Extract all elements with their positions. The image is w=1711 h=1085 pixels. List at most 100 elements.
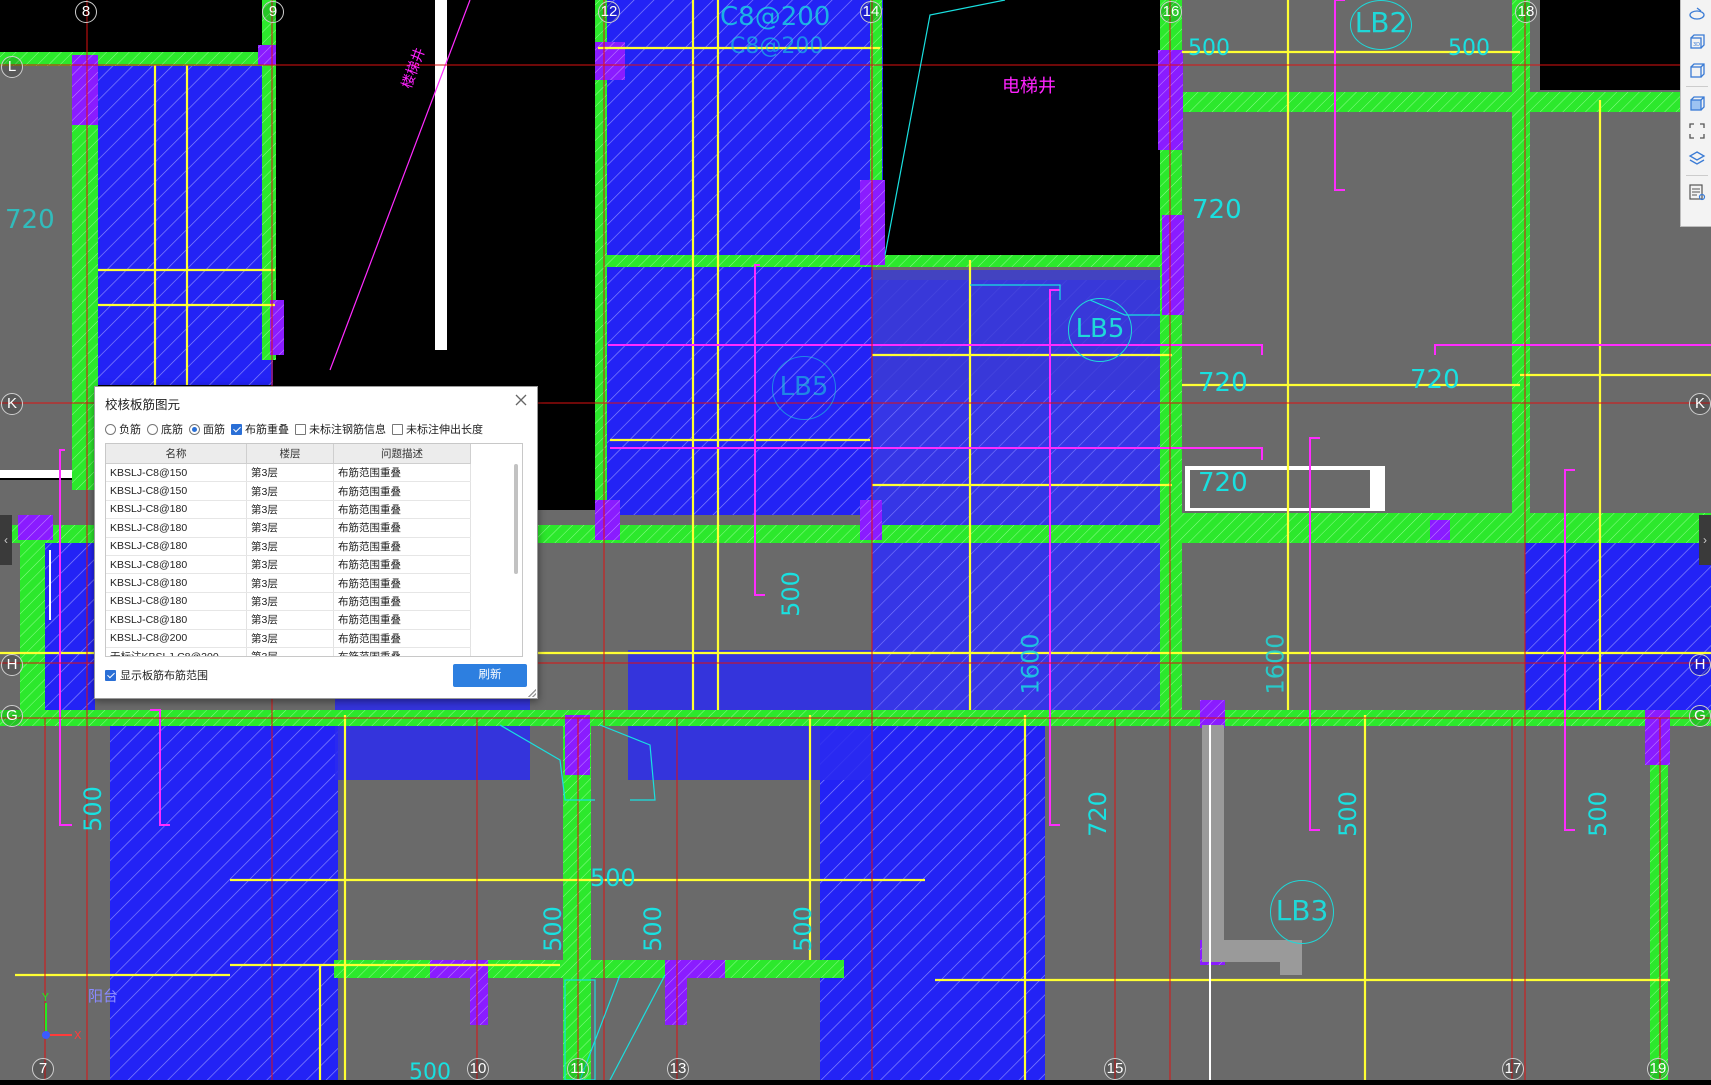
axis-right-H: H [1689, 654, 1711, 676]
resize-grip-icon[interactable] [528, 689, 536, 697]
dim-text: 720 [1198, 368, 1248, 398]
cell-name: KBSLJ-C8@180 [106, 555, 247, 575]
axis-left-L: L [1, 56, 23, 78]
dim-text: 500 [538, 906, 567, 952]
left-panel-toggle[interactable]: ‹ [0, 515, 12, 565]
dim-text: 500 [78, 786, 107, 832]
table-row[interactable]: KBSLJ-C8@200 第3层 布筋范围重叠 [106, 629, 471, 648]
cell-name: KBSLJ-C8@180 [106, 573, 247, 593]
filter-options: 负筋 底筋 面筋 布筋重叠 未标注钢筋信息 未标注伸出长度 [105, 421, 483, 437]
axis-top-16: 16 [1160, 1, 1182, 23]
checkbox[interactable] [231, 423, 242, 435]
axis-right-K: K [1689, 393, 1711, 415]
table-row[interactable]: KBSLJ-C8@180 第3层 布筋范围重叠 [106, 518, 471, 538]
cell-name: KBSLJ-C8@180 [106, 610, 247, 630]
close-icon[interactable] [513, 392, 529, 408]
cell-floor: 第3层 [246, 573, 334, 593]
cell-floor: 第3层 [246, 463, 334, 483]
rotate-3d-icon[interactable] [1681, 0, 1711, 28]
column-header-name[interactable]: 名称 [106, 444, 247, 464]
dim-text: 500 [788, 906, 817, 952]
cell-issue: 布筋范围重叠 [333, 629, 471, 648]
fullscreen-icon[interactable] [1681, 117, 1711, 145]
axis-right-G: G [1689, 705, 1711, 727]
radio-bottom-rebar[interactable]: 底筋 [147, 421, 183, 437]
checkbox[interactable] [392, 423, 403, 435]
table-scrollbar[interactable] [514, 464, 518, 574]
view-toolbar: 3D [1680, 0, 1711, 227]
axis-bottom-13: 13 [667, 1058, 689, 1080]
show-range-option[interactable]: 显示板筋布筋范围 [105, 667, 208, 683]
table-row[interactable]: KBSLJ-C8@180 第3层 布筋范围重叠 [106, 537, 471, 556]
table-row[interactable]: KBSLJ-C8@150 第3层 布筋范围重叠 [106, 463, 471, 483]
checkbox[interactable] [295, 423, 306, 435]
cell-floor: 第3层 [246, 592, 334, 612]
dim-text: 500 [1448, 36, 1490, 61]
checkbox[interactable] [105, 669, 116, 681]
dim-text: 500 [1583, 791, 1612, 837]
check-missing-rebar-info[interactable]: 未标注钢筋信息 [295, 421, 386, 437]
right-panel-toggle[interactable]: › [1699, 515, 1711, 565]
cell-floor: 第3层 [246, 500, 334, 520]
table-row[interactable]: KBSLJ-C8@180 第3层 布筋范围重叠 [106, 610, 471, 630]
dim-text: 500 [409, 1060, 451, 1085]
table-row[interactable]: 无标注KBSLJ-C8@200第3层布筋范围重叠 [106, 647, 471, 656]
rebar-text-1: C8@200 [720, 2, 831, 32]
axis-bottom-7: 7 [32, 1058, 54, 1080]
dim-text: 720 [1083, 791, 1112, 837]
axis-top-18: 18 [1515, 1, 1537, 23]
layer-view-icon[interactable] [1681, 145, 1711, 173]
radio-negative-rebar[interactable]: 负筋 [105, 421, 141, 437]
axis-top-12: 12 [598, 1, 620, 23]
slab-label-lb2: LB2 [1350, 0, 1412, 50]
table-row[interactable]: KBSLJ-C8@180 第3层 布筋范围重叠 [106, 573, 471, 593]
cell-issue: 布筋范围重叠 [333, 610, 471, 630]
table-row[interactable]: KBSLJ-C8@180 第3层 布筋范围重叠 [106, 592, 471, 612]
dim-text: 720 [5, 205, 55, 235]
radio-button[interactable] [105, 423, 116, 435]
cell-floor: 第3层 [246, 555, 334, 575]
radio-button[interactable] [189, 423, 200, 435]
cell-floor: 第3层 [246, 647, 334, 656]
check-missing-extension-length[interactable]: 未标注伸出长度 [392, 421, 483, 437]
option-label: 未标注伸出长度 [406, 424, 483, 436]
cell-issue: 布筋范围重叠 [333, 592, 471, 612]
dim-text: 500 [1188, 36, 1230, 61]
cell-name: KBSLJ-C8@180 [106, 592, 247, 612]
refresh-button[interactable]: 刷新 [453, 664, 527, 687]
radio-button[interactable] [147, 423, 158, 435]
cube-filled-icon[interactable] [1681, 89, 1711, 117]
table-row[interactable]: KBSLJ-C8@180 第3层 布筋范围重叠 [106, 555, 471, 575]
cell-issue: 布筋范围重叠 [333, 518, 471, 538]
settings-list-icon[interactable] [1681, 178, 1711, 206]
option-label: 负筋 [119, 424, 141, 436]
axis-left-H: H [1, 654, 23, 676]
axis-bottom-19: 19 [1647, 1058, 1669, 1080]
issues-table[interactable]: 名称 楼层 问题描述 KBSLJ-C8@150 第3层 布筋范围重叠 KBSLJ-C8… [105, 443, 523, 657]
slab-label-lb5-a: LB5 [1068, 298, 1132, 362]
cell-issue: 布筋范围重叠 [333, 647, 471, 656]
svg-text:Y: Y [41, 991, 49, 1004]
option-label: 布筋重叠 [245, 424, 289, 436]
axis-bottom-15: 15 [1104, 1058, 1126, 1080]
table-row[interactable]: KBSLJ-C8@150 第3层 布筋范围重叠 [106, 481, 471, 501]
cell-issue: 布筋范围重叠 [333, 500, 471, 520]
cell-floor: 第3层 [246, 537, 334, 556]
cell-issue: 布筋范围重叠 [333, 555, 471, 575]
cube-outline-icon[interactable] [1681, 56, 1711, 84]
axis-top-9: 9 [262, 1, 284, 23]
option-label: 未标注钢筋信息 [309, 424, 386, 436]
dialog-title: 校核板筋图元 [105, 398, 181, 412]
view-3d-icon[interactable]: 3D [1681, 28, 1711, 56]
column-header-floor[interactable]: 楼层 [246, 444, 334, 464]
radio-top-rebar[interactable]: 面筋 [189, 421, 225, 437]
column-header-issue[interactable]: 问题描述 [333, 444, 471, 464]
table-row[interactable]: KBSLJ-C8@180 第3层 布筋范围重叠 [106, 500, 471, 520]
dim-text: 720 [1198, 468, 1248, 498]
cell-name: KBSLJ-C8@180 [106, 518, 247, 538]
check-rebar-overlap[interactable]: 布筋重叠 [231, 421, 289, 437]
cell-floor: 第3层 [246, 481, 334, 501]
cell-issue: 布筋范围重叠 [333, 463, 471, 483]
elevator-shaft-text: 电梯井 [1002, 76, 1056, 97]
axis-bottom-17: 17 [1502, 1058, 1524, 1080]
